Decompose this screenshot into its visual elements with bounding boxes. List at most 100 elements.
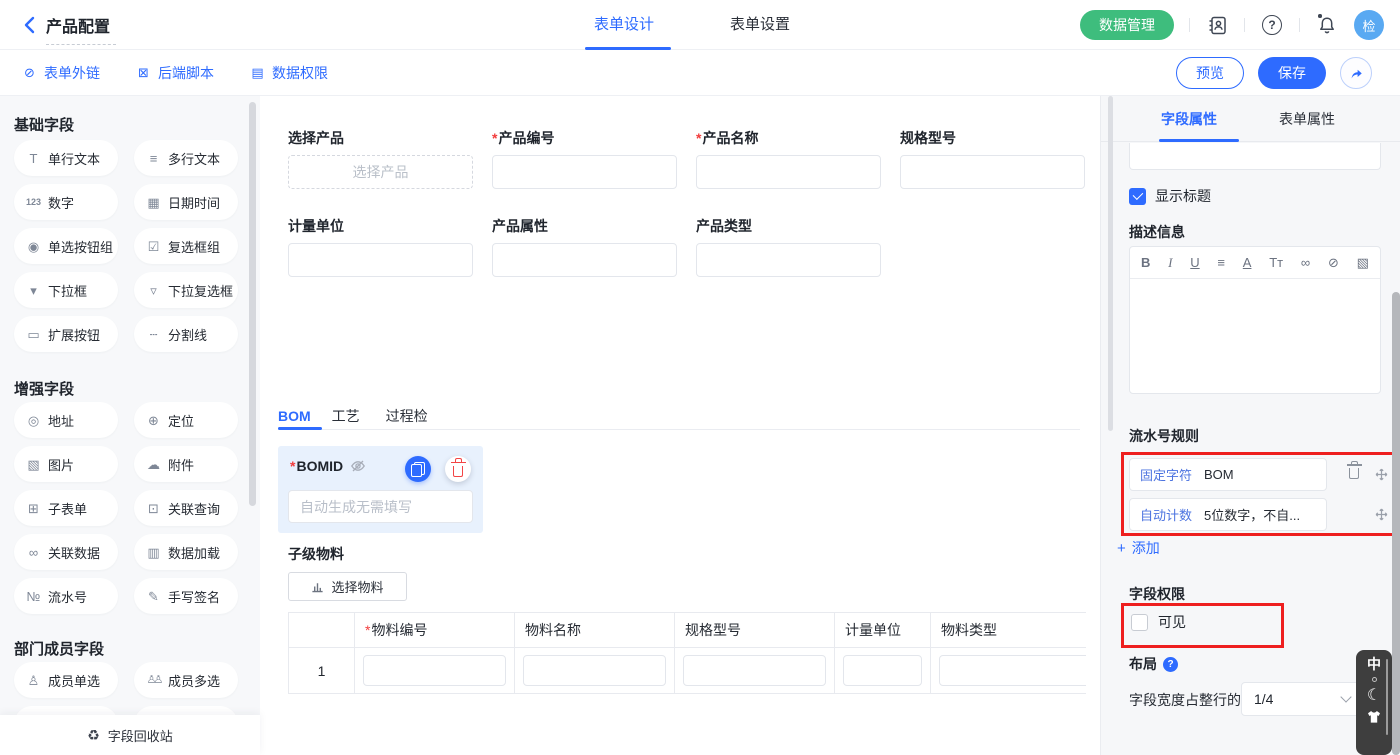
share-button[interactable] xyxy=(1340,57,1372,89)
help-icon[interactable]: ? xyxy=(1260,13,1284,37)
panel-tab-form-props[interactable]: 表单属性 xyxy=(1279,96,1335,142)
sidebar-item-data-load[interactable]: ▥数据加载 xyxy=(134,534,238,570)
tab-form-design[interactable]: 表单设计 xyxy=(594,0,654,50)
page-title[interactable]: 产品配置 xyxy=(46,13,116,45)
layout-help-icon[interactable]: ? xyxy=(1163,657,1178,672)
align-icon[interactable]: ≡ xyxy=(1217,255,1225,270)
data-manage-button[interactable]: 数据管理 xyxy=(1080,10,1174,40)
form-field-spec-model[interactable]: 规格型号 xyxy=(900,128,1085,189)
unlink-icon[interactable]: ⊘ xyxy=(1328,255,1339,271)
sidebar-item-linked-data[interactable]: ∞关联数据 xyxy=(14,534,118,570)
unit-cell-input[interactable] xyxy=(843,655,922,686)
bold-icon[interactable]: B xyxy=(1141,255,1150,270)
sidebar-item-attachment[interactable]: ☁附件 xyxy=(134,446,238,482)
subtab-craft[interactable]: 工艺 xyxy=(332,406,360,426)
bar-chart-icon: ▥ xyxy=(145,546,162,559)
sidebar-item-member-multi[interactable]: ♙♙成员多选 xyxy=(134,662,238,698)
form-field-product-type[interactable]: 产品类型 xyxy=(696,216,881,277)
title-input-partial[interactable] xyxy=(1129,143,1381,170)
form-field-select-product[interactable]: 选择产品 选择产品 xyxy=(288,128,473,189)
insert-image-icon[interactable]: ▧ xyxy=(1357,255,1369,271)
item-label: 地址 xyxy=(48,411,74,430)
field-width-select[interactable]: 1/4 xyxy=(1241,682,1363,716)
item-label: 成员单选 xyxy=(48,671,100,690)
show-title-checkbox[interactable] xyxy=(1129,188,1146,205)
product-attr-input[interactable] xyxy=(492,243,677,277)
sidebar-item-datetime[interactable]: ▦日期时间 xyxy=(134,184,238,220)
theme-shirt-icon[interactable] xyxy=(1366,710,1382,724)
data-permission-button[interactable]: ▤ 数据权限 xyxy=(250,63,328,83)
form-field-unit[interactable]: 计量单位 xyxy=(288,216,473,277)
link-icon[interactable]: ∞ xyxy=(1301,255,1310,270)
sidebar-item-signature[interactable]: ✎手写签名 xyxy=(134,578,238,614)
visible-checkbox[interactable] xyxy=(1131,614,1148,631)
save-button[interactable]: 保存 xyxy=(1258,57,1326,89)
unit-input[interactable] xyxy=(288,243,473,277)
notification-bell-icon[interactable] xyxy=(1315,13,1339,37)
font-color-icon[interactable]: A xyxy=(1243,255,1252,270)
sidebar-item-member-single[interactable]: ♙成员单选 xyxy=(14,662,118,698)
sidebar-item-extend-button[interactable]: ▭扩展按钮 xyxy=(14,316,118,352)
sidebar-section-title-enhanced: 增强字段 xyxy=(14,378,74,399)
subtab-bom[interactable]: BOM xyxy=(278,408,311,424)
sidebar-scrollbar[interactable] xyxy=(249,102,256,506)
product-code-input[interactable] xyxy=(492,155,677,189)
form-field-product-attr[interactable]: 产品属性 xyxy=(492,216,677,277)
select-material-button[interactable]: 选择物料 xyxy=(288,572,407,601)
material-code-input[interactable] xyxy=(363,655,506,686)
sidebar-item-address[interactable]: ◎地址 xyxy=(14,402,118,438)
add-rule-button[interactable]: + 添加 xyxy=(1117,538,1160,558)
serial-rule-auto-count[interactable]: 自动计数 5位数字，不自... xyxy=(1129,498,1327,531)
page-scrollbar[interactable] xyxy=(1392,292,1400,755)
external-link-button[interactable]: ⊘ 表单外链 xyxy=(22,63,100,83)
sidebar-item-divider-line[interactable]: ┄分割线 xyxy=(134,316,238,352)
delete-field-button[interactable] xyxy=(445,456,471,482)
italic-icon[interactable]: I xyxy=(1168,255,1172,271)
language-icon[interactable]: 中 xyxy=(1367,657,1381,671)
product-name-input[interactable] xyxy=(696,155,881,189)
sidebar-item-dropdown[interactable]: ▾下拉框 xyxy=(14,272,118,308)
serial-number-input[interactable] xyxy=(288,490,473,523)
subtab-process-check[interactable]: 过程检 xyxy=(386,406,428,426)
back-button[interactable] xyxy=(20,14,42,36)
select-product-trigger[interactable]: 选择产品 xyxy=(288,155,473,189)
sidebar-item-linked-query[interactable]: ⊡关联查询 xyxy=(134,490,238,526)
sidebar-item-locate[interactable]: ⊕定位 xyxy=(134,402,238,438)
sidebar-item-single-line-text[interactable]: T单行文本 xyxy=(14,140,118,176)
spec-model-cell-input[interactable] xyxy=(683,655,826,686)
copy-field-button[interactable] xyxy=(405,456,431,482)
richtext-toolbar: B I U ≡ A Tᴛ ∞ ⊘ ▧ xyxy=(1130,247,1380,279)
dark-mode-icon[interactable]: ☾ xyxy=(1367,688,1381,704)
spec-model-input[interactable] xyxy=(900,155,1085,189)
image-icon: ▧ xyxy=(25,458,42,471)
sidebar-item-subform[interactable]: ⊞子表单 xyxy=(14,490,118,526)
sidebar-item-radio-group[interactable]: ◉单选按钮组 xyxy=(14,228,118,264)
sidebar-item-checkbox-group[interactable]: ☑复选框组 xyxy=(134,228,238,264)
material-type-input[interactable] xyxy=(939,655,1086,686)
user-avatar[interactable]: 检 xyxy=(1354,10,1384,40)
backend-script-button[interactable]: ⊠ 后端脚本 xyxy=(136,63,214,83)
product-type-input[interactable] xyxy=(696,243,881,277)
richtext-editor-area[interactable] xyxy=(1130,279,1380,393)
rule-delete-button[interactable] xyxy=(1349,464,1359,482)
tab-form-settings[interactable]: 表单设置 xyxy=(730,0,790,50)
underline-icon[interactable]: U xyxy=(1190,255,1199,270)
sidebar-item-multi-line-text[interactable]: ≡多行文本 xyxy=(134,140,238,176)
sidebar-item-serial-number[interactable]: №流水号 xyxy=(14,578,118,614)
selected-field-card-bomid[interactable]: * BOMID xyxy=(278,446,483,533)
contact-book-icon[interactable] xyxy=(1205,13,1229,37)
rule-move-handle[interactable] xyxy=(1375,468,1388,481)
material-name-input[interactable] xyxy=(523,655,666,686)
field-recycle-bin[interactable]: ♻ 字段回收站 xyxy=(0,715,260,755)
panel-tab-field-props[interactable]: 字段属性 xyxy=(1161,96,1217,142)
form-field-product-code[interactable]: *产品编号 xyxy=(492,128,677,189)
rule-move-handle[interactable] xyxy=(1375,508,1388,521)
sidebar-item-dropdown-multi[interactable]: ▿下拉复选框 xyxy=(134,272,238,308)
sidebar-item-image[interactable]: ▧图片 xyxy=(14,446,118,482)
font-size-icon[interactable]: Tᴛ xyxy=(1269,255,1283,270)
serial-rule-fixed[interactable]: 固定字符 BOM xyxy=(1129,458,1327,491)
preview-button[interactable]: 预览 xyxy=(1176,57,1244,89)
canvas-scrollbar[interactable] xyxy=(1108,96,1113,431)
form-field-product-name[interactable]: *产品名称 xyxy=(696,128,881,189)
sidebar-item-number[interactable]: 123数字 xyxy=(14,184,118,220)
